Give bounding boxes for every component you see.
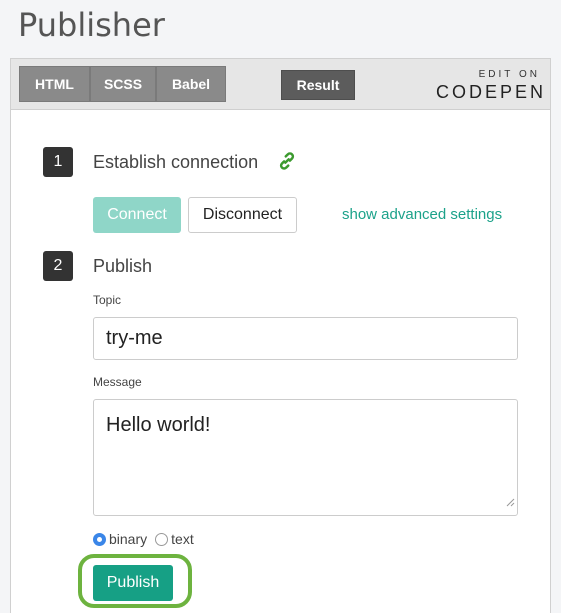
step-2-title: Publish xyxy=(93,256,153,276)
format-radio-group: binary text xyxy=(93,531,202,547)
tab-babel[interactable]: Babel xyxy=(156,66,226,102)
codepen-toolbar: HTML SCSS Babel Result EDIT ON CODEPEN xyxy=(11,59,550,110)
message-label: Message xyxy=(93,375,142,389)
topic-label: Topic xyxy=(93,293,122,307)
message-value: Hello world! xyxy=(106,414,211,436)
step-1-badge: 1 xyxy=(43,147,73,177)
link-icon xyxy=(277,151,297,176)
codepen-brand: CODEPEN xyxy=(436,82,543,103)
publish-button[interactable]: Publish xyxy=(93,565,173,601)
step-1-title: Establish connection xyxy=(93,152,259,172)
text-radio[interactable] xyxy=(155,532,169,546)
tab-scss[interactable]: SCSS xyxy=(90,66,156,102)
topic-input[interactable]: try-me xyxy=(93,317,518,360)
topic-value: try-me xyxy=(106,327,163,349)
page-title: Publisher xyxy=(18,6,165,44)
edit-on-label: EDIT ON xyxy=(478,69,540,80)
tab-result[interactable]: Result xyxy=(281,70,355,100)
resize-handle-icon[interactable] xyxy=(506,490,515,513)
codepen-embed: HTML SCSS Babel Result EDIT ON CODEPEN 1… xyxy=(10,58,551,613)
codepen-logo[interactable]: EDIT ON CODEPEN xyxy=(436,69,543,103)
tab-html[interactable]: HTML xyxy=(19,66,90,102)
binary-radio-label[interactable]: binary xyxy=(109,531,147,547)
disconnect-button[interactable]: Disconnect xyxy=(188,197,297,233)
text-radio-label[interactable]: text xyxy=(171,531,194,547)
step-2-badge: 2 xyxy=(43,251,73,281)
binary-radio[interactable] xyxy=(93,532,106,546)
message-textarea[interactable]: Hello world! xyxy=(93,399,518,516)
codepen-brand-text: CODEPEN xyxy=(436,82,547,102)
show-advanced-settings-link[interactable]: show advanced settings xyxy=(342,206,502,223)
connect-button[interactable]: Connect xyxy=(93,197,181,233)
